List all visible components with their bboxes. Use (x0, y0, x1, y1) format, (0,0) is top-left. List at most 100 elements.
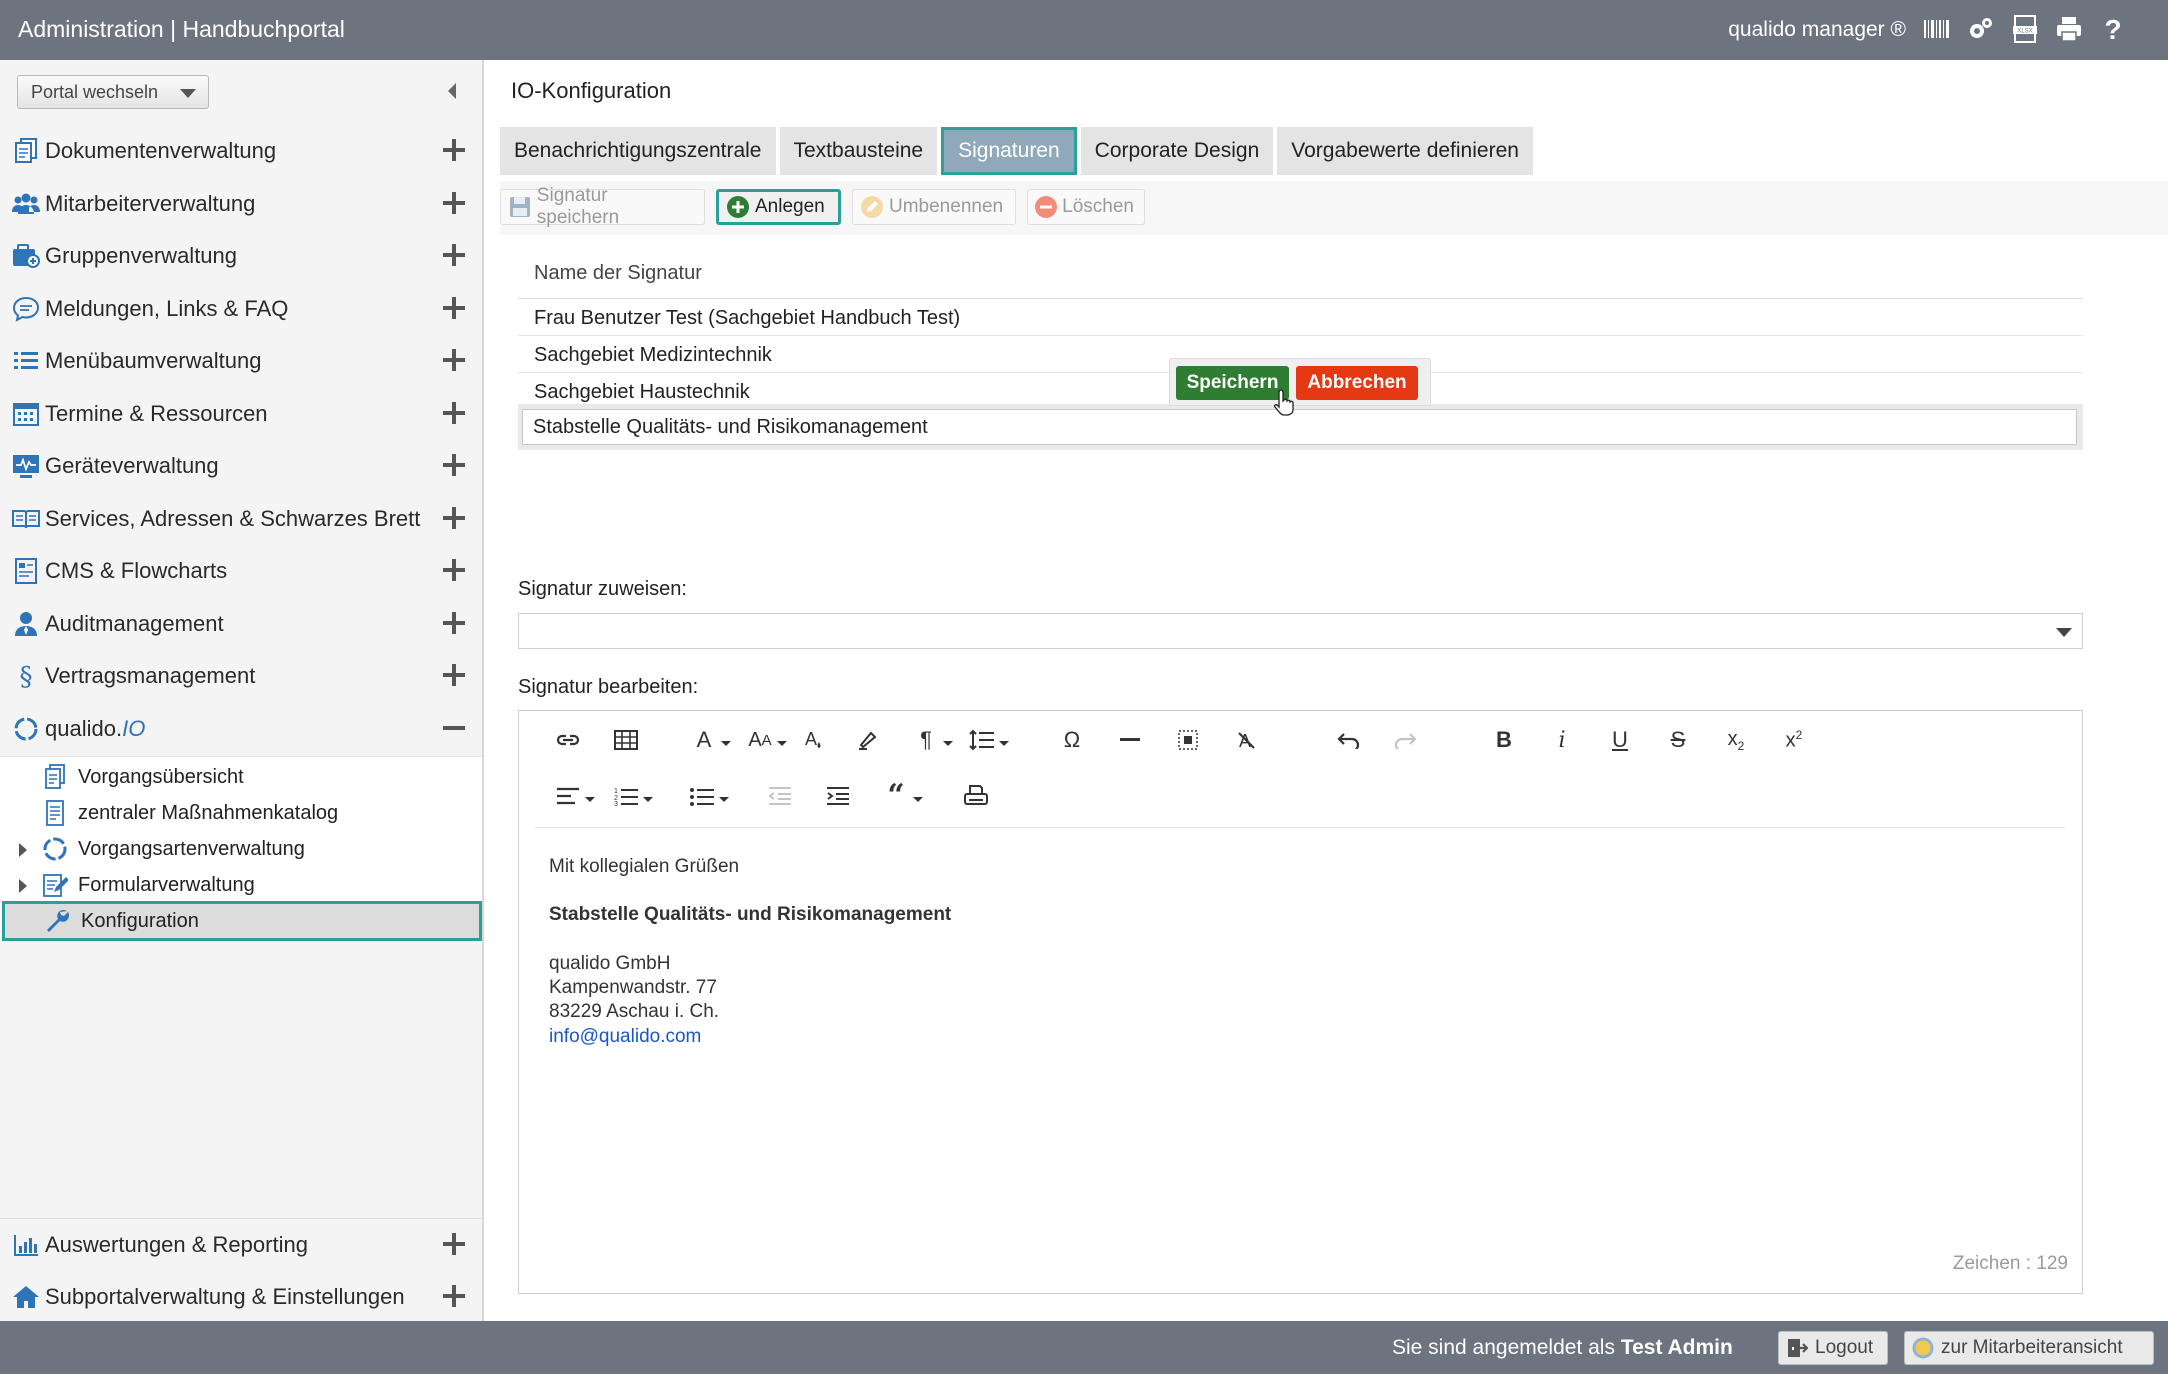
table-row[interactable]: Frau Benutzer Test (Sachgebiet Handbuch … (518, 299, 2083, 336)
tab-textbausteine[interactable]: Textbausteine (779, 127, 938, 175)
assign-signature-select[interactable] (518, 613, 2083, 649)
expand-plus-icon[interactable] (442, 348, 466, 372)
expand-plus-icon[interactable] (442, 243, 466, 267)
tab-vorgabewerte[interactable]: Vorgabewerte definieren (1277, 127, 1533, 175)
expand-plus-icon[interactable] (442, 296, 466, 320)
xlsx-export-icon[interactable]: XLSX (2010, 14, 2040, 44)
portal-switch-select[interactable]: Portal wechseln (17, 75, 209, 109)
barcode-icon[interactable] (1922, 14, 1952, 44)
sidebar-item-termine[interactable]: Termine & Ressourcen (0, 388, 482, 440)
sidebar-item-subportalverwaltung[interactable]: Subportalverwaltung & Einstellungen (0, 1271, 482, 1323)
expand-plus-icon[interactable] (442, 1232, 466, 1256)
main-content: IO-Konfiguration Benachrichtigungszentra… (486, 60, 2168, 1321)
tab-corporate-design[interactable]: Corporate Design (1080, 127, 1274, 175)
highlight-brush-icon[interactable] (851, 723, 885, 757)
expand-plus-icon[interactable] (442, 401, 466, 425)
expand-plus-icon[interactable] (442, 663, 466, 687)
logout-button[interactable]: Logout (1778, 1331, 1888, 1365)
subscript-icon[interactable]: x2 (1719, 723, 1753, 757)
horizontal-line-icon[interactable] (1113, 723, 1147, 757)
sidebar-item-services[interactable]: Services, Adressen & Schwarzes Brett (0, 493, 482, 545)
table-icon[interactable] (609, 723, 643, 757)
sidebar-item-cms[interactable]: CMS & Flowcharts (0, 545, 482, 597)
special-characters-icon[interactable]: Ω (1055, 723, 1089, 757)
text-color-icon[interactable]: A (797, 723, 831, 757)
expand-plus-icon[interactable] (442, 191, 466, 215)
create-signature-button[interactable]: Anlegen (716, 189, 841, 225)
delete-signature-button[interactable]: Löschen (1027, 189, 1145, 225)
print-icon[interactable] (2054, 14, 2084, 44)
line-height-icon[interactable] (965, 723, 1009, 757)
svg-text:3: 3 (614, 801, 618, 806)
expand-plus-icon[interactable] (442, 611, 466, 635)
link-icon[interactable] (551, 723, 585, 757)
document-icon (41, 763, 69, 791)
editor-toolbar: A AA A ¶ Ω A B i U S x2 x2 123 “ (535, 711, 2065, 828)
catalog-icon (41, 799, 69, 827)
font-size-icon[interactable]: AA (743, 723, 787, 757)
sidebar-subitem-konfiguration[interactable]: Konfiguration (2, 901, 482, 941)
bold-icon[interactable]: B (1487, 723, 1521, 757)
redo-icon[interactable] (1389, 723, 1423, 757)
outdent-icon[interactable] (763, 779, 797, 813)
clear-formatting-icon[interactable]: A (1229, 723, 1263, 757)
sidebar-item-menuebaumverwaltung[interactable]: Menübaumverwaltung (0, 335, 482, 387)
expand-plus-icon[interactable] (442, 138, 466, 162)
popover-save-button[interactable]: Speichern (1176, 366, 1289, 400)
cycle-icon (41, 835, 69, 863)
sidebar-item-meldungen[interactable]: Meldungen, Links & FAQ (0, 283, 482, 335)
collapse-minus-icon[interactable] (442, 716, 466, 740)
font-family-icon[interactable]: A (687, 723, 731, 757)
underline-icon[interactable]: U (1603, 723, 1637, 757)
select-all-icon[interactable] (1171, 723, 1205, 757)
print-icon[interactable] (959, 779, 993, 813)
align-icon[interactable] (551, 779, 595, 813)
signature-street: Kampenwandstr. 77 (549, 977, 717, 998)
sidebar-item-geraeteverwaltung[interactable]: Geräteverwaltung (0, 440, 482, 492)
svg-text:A: A (805, 729, 817, 749)
sidebar-subitem-formularverwaltung[interactable]: Formularverwaltung (0, 867, 482, 903)
unordered-list-icon[interactable] (685, 779, 729, 813)
settings-gears-icon[interactable] (1966, 14, 1996, 44)
tab-signaturen[interactable]: Signaturen (941, 127, 1077, 175)
collapse-sidebar-icon[interactable] (448, 83, 456, 99)
sidebar-item-dokumentenverwaltung[interactable]: Dokumentenverwaltung (0, 125, 482, 177)
sidebar-subitem-vorgangsuebersicht[interactable]: Vorgangsübersicht (0, 759, 482, 795)
employee-view-button[interactable]: zur Mitarbeiteransicht (1904, 1331, 2154, 1365)
save-signature-button[interactable]: Signatur speichern (500, 185, 705, 228)
expand-plus-icon[interactable] (442, 453, 466, 477)
sidebar-item-gruppenverwaltung[interactable]: Gruppenverwaltung (0, 230, 482, 282)
signature-city: 83229 Aschau i. Ch. (549, 1001, 720, 1022)
undo-icon[interactable] (1331, 723, 1365, 757)
ordered-list-icon[interactable]: 123 (609, 779, 653, 813)
sidebar-item-vertragsmanagement[interactable]: § Vertragsmanagement (0, 650, 482, 702)
chevron-down-icon (180, 89, 196, 98)
sidebar-item-auswertungen[interactable]: Auswertungen & Reporting (0, 1219, 482, 1271)
help-icon[interactable]: ? (2098, 14, 2128, 44)
tab-benachrichtigungszentrale[interactable]: Benachrichtigungszentrale (500, 127, 776, 175)
sidebar-item-auditmanagement[interactable]: Auditmanagement (0, 598, 482, 650)
expand-plus-icon[interactable] (442, 1284, 466, 1308)
sidebar-item-mitarbeiterverwaltung[interactable]: Mitarbeiterverwaltung (0, 178, 482, 230)
signature-email-link[interactable]: info@qualido.com (549, 1026, 701, 1048)
superscript-icon[interactable]: x2 (1777, 723, 1811, 757)
signature-name-input[interactable] (522, 409, 2077, 445)
sidebar-subitem-massnahmenkatalog[interactable]: zentraler Maßnahmenkatalog (0, 795, 482, 831)
expand-arrow-icon[interactable] (19, 843, 27, 857)
strikethrough-icon[interactable]: S (1661, 723, 1695, 757)
signature-toolbar: Signatur speichern Anlegen Umbenennen Lö… (500, 181, 2168, 235)
paragraph-format-icon[interactable]: ¶ (909, 723, 953, 757)
form-edit-icon (41, 871, 69, 899)
popover-cancel-button[interactable]: Abbrechen (1296, 366, 1418, 400)
rename-signature-button[interactable]: Umbenennen (852, 189, 1016, 225)
quote-icon[interactable]: “ (879, 779, 923, 813)
expand-plus-icon[interactable] (442, 558, 466, 582)
employee-view-icon (1911, 1336, 1935, 1360)
sidebar-subitem-vorgangsarten[interactable]: Vorgangsartenverwaltung (0, 831, 482, 867)
italic-icon[interactable]: i (1545, 723, 1579, 757)
plus-circle-icon (725, 194, 751, 220)
sidebar-item-qualido-io[interactable]: qualido.IO (0, 703, 482, 755)
expand-arrow-icon[interactable] (19, 879, 27, 893)
expand-plus-icon[interactable] (442, 506, 466, 530)
indent-icon[interactable] (821, 779, 855, 813)
